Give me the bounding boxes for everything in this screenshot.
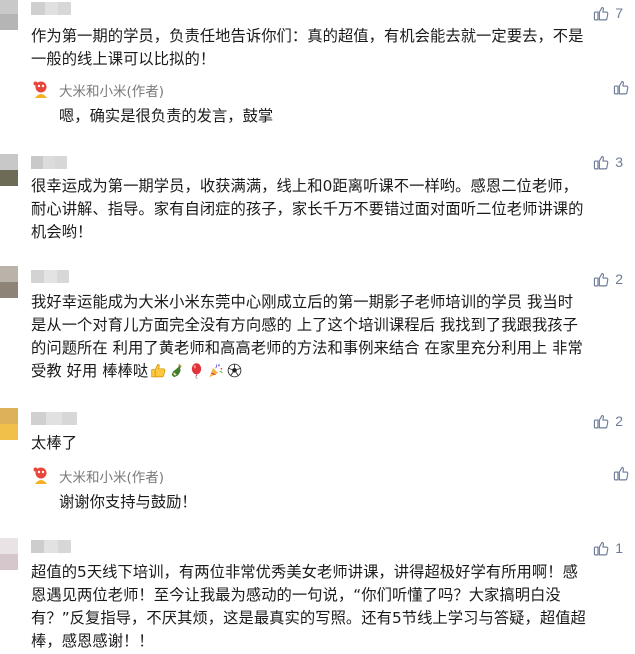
thumbs-up-icon — [593, 540, 610, 557]
like-count: 3 — [615, 154, 623, 170]
like-button[interactable]: 7 — [593, 3, 623, 23]
comment-line: 我好幸运能成为大米小米东莞中心刚成立后的第一期影子老师培训的学员 我当时 — [31, 293, 574, 311]
avatar[interactable] — [0, 538, 18, 570]
author-avatar[interactable] — [31, 79, 51, 99]
like-count: 2 — [615, 271, 623, 287]
comment-text: 很幸运成为第一期学员，收获满满，线上和0距离听课不一样哟。感恩二位老师， 耐心讲… — [31, 175, 631, 244]
like-count: 7 — [615, 5, 623, 21]
comment-text: 太棒了 — [31, 432, 631, 455]
football-icon — [227, 363, 242, 378]
comment-line: 机会哟！ — [31, 223, 93, 241]
comment-line: 是从一个对育儿方面完全没有方向感的 上了这个培训课程后 我找到了我跟我孩子 — [31, 316, 578, 334]
comment-line: 恩遇见两位老师！至今让我最为感动的一句说，“你们听懂了吗？大家搞明白没 — [31, 586, 561, 604]
thumbs-up-icon[interactable] — [613, 465, 630, 482]
thumbs-up-icon — [593, 413, 610, 430]
commenter-name — [31, 540, 71, 553]
comment-line: 棒，感恩感谢！！ — [31, 632, 154, 650]
thumbs-up-icon — [151, 364, 166, 378]
commenter-name — [31, 270, 69, 283]
reply-text: 谢谢你支持与鼓励！ — [59, 493, 197, 511]
author-avatar[interactable] — [31, 465, 51, 485]
avatar[interactable] — [0, 266, 18, 298]
avatar[interactable] — [0, 154, 18, 186]
comment-line: 一般的线上课可以比拟的！ — [31, 50, 216, 68]
comment-line: 很幸运成为第一期学员，收获满满，线上和0距离听课不一样哟。感恩二位老师， — [31, 177, 578, 195]
comment-text: 我好幸运能成为大米小米东莞中心刚成立后的第一期影子老师培训的学员 我当时 是从一… — [31, 291, 631, 383]
thumbs-up-icon[interactable] — [613, 79, 630, 96]
comment-text: 作为第一期的学员，负责任地告诉你们：真的超值，有机会能去就一定要去，不是 一般的… — [31, 25, 631, 71]
thumbs-up-icon — [593, 154, 610, 171]
like-count: 2 — [615, 413, 623, 429]
like-button[interactable]: 1 — [593, 538, 623, 558]
reply-author[interactable]: 大米和小米(作者) — [59, 466, 164, 486]
reply-author[interactable]: 大米和小米(作者) — [59, 80, 164, 100]
commenter-name — [31, 156, 67, 169]
reply-text: 嗯，确实是很负责的发言，鼓掌 — [59, 107, 274, 125]
comment-line-text: 受教 好用 棒棒哒 — [31, 362, 149, 380]
comment-line: 有？”反复指导，不厌其烦，这是最真实的写照。还有5节线上学习与答疑，超值超 — [31, 609, 586, 627]
comment-line: 超值的5天线下培训，有两位非常优秀美女老师讲课，讲得超极好学有所用啊！感 — [31, 563, 578, 581]
commenter-name — [31, 412, 77, 425]
like-count: 1 — [615, 540, 623, 556]
comment-line: 太棒了 — [31, 434, 78, 452]
balloon-icon — [192, 363, 202, 379]
like-button[interactable]: 3 — [593, 152, 623, 172]
thumbs-up-icon — [593, 5, 610, 22]
commenter-name — [31, 2, 71, 15]
comment-text: 超值的5天线下培训，有两位非常优秀美女老师讲课，讲得超极好学有所用啊！感 恩遇见… — [31, 561, 631, 653]
party-popper-icon — [209, 364, 223, 378]
like-button[interactable]: 2 — [593, 269, 623, 289]
thumbs-up-icon — [593, 271, 610, 288]
comment-line: 作为第一期的学员，负责任地告诉你们：真的超值，有机会能去就一定要去，不是 — [31, 27, 584, 45]
bottle-icon — [171, 363, 183, 378]
avatar[interactable] — [0, 408, 18, 440]
comment-line: 耐心讲解、指导。家有自闭症的孩子，家长千万不要错过面对面听二位老师讲课的 — [31, 200, 584, 218]
comment-line: 受教 好用 棒棒哒 — [31, 360, 631, 383]
like-button[interactable]: 2 — [593, 411, 623, 431]
comment-line: 的问题所在 利用了黄老师和高高老师的方法和事例来结合 在家里充分利用上 非常 — [31, 339, 583, 357]
avatar[interactable] — [0, 0, 18, 30]
